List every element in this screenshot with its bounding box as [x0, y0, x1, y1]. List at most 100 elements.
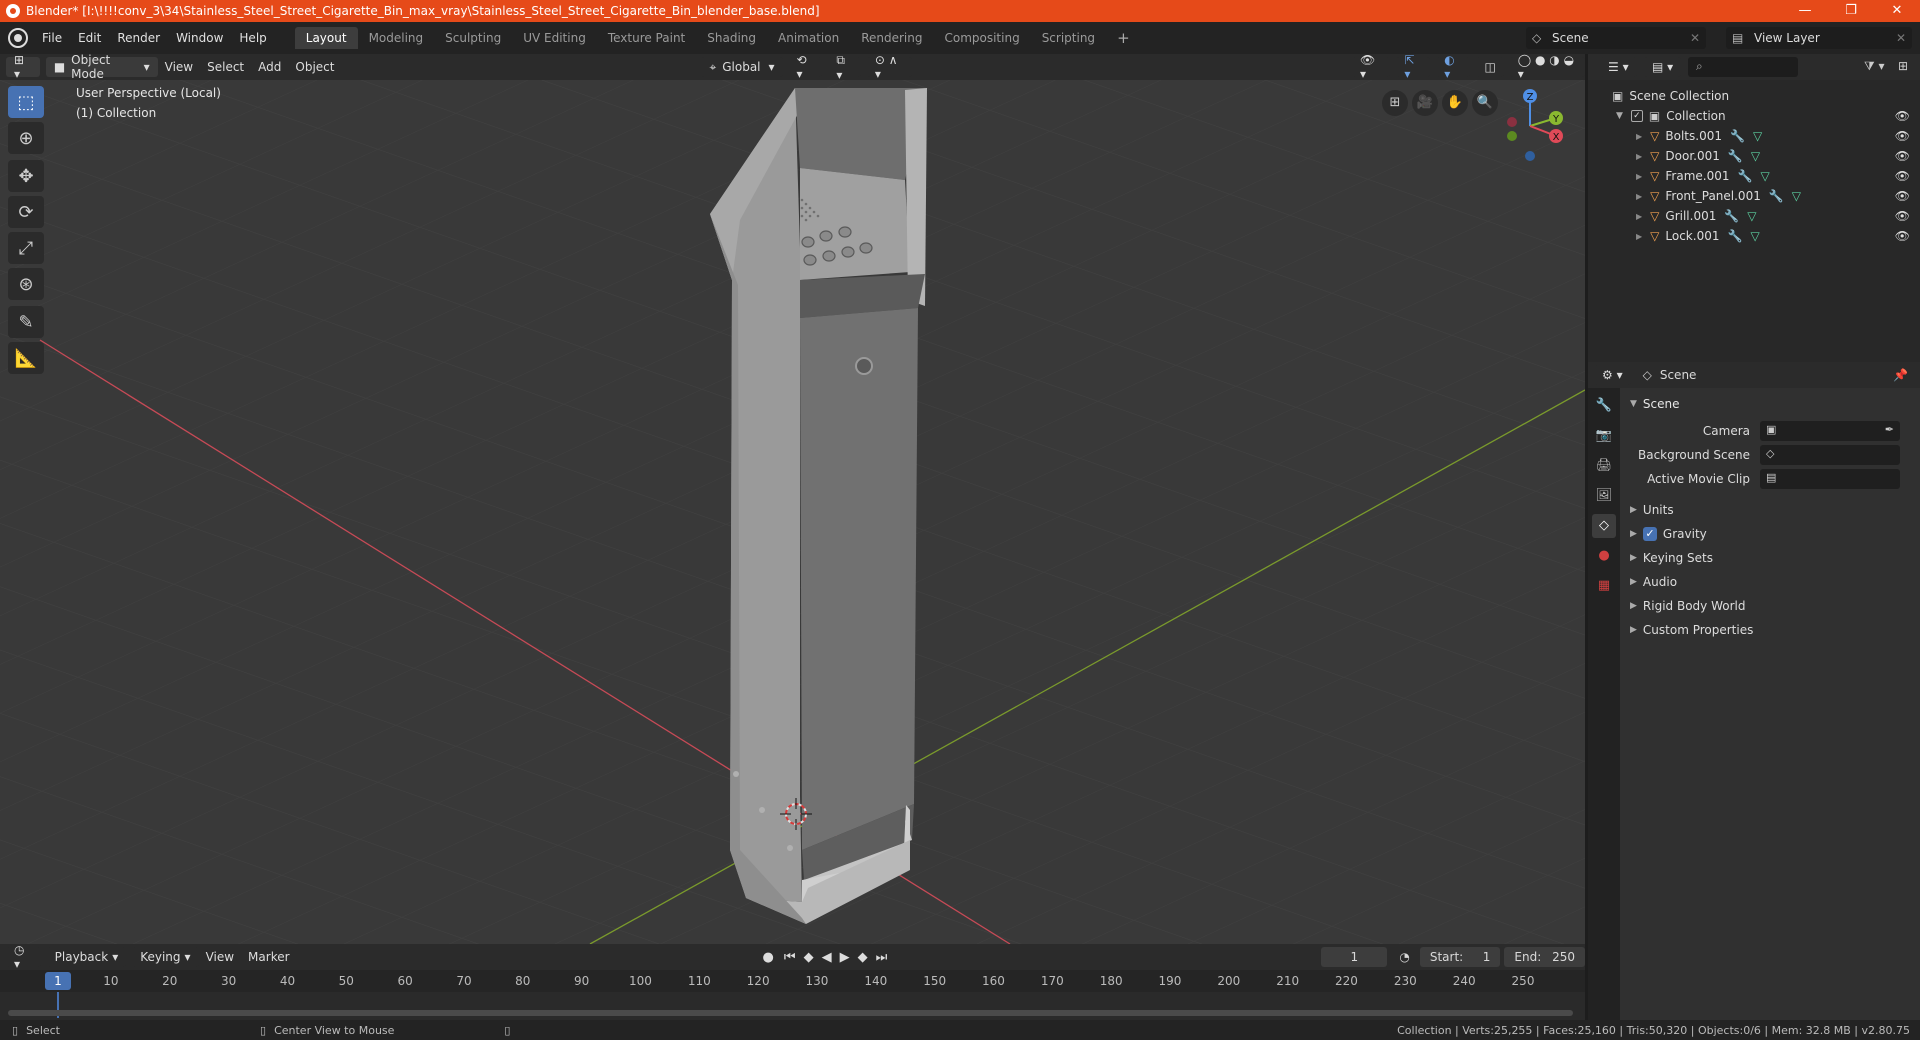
tab-uv-editing[interactable]: UV Editing — [512, 27, 597, 49]
jump-end-icon[interactable]: ⏭ — [876, 950, 888, 965]
current-frame-field[interactable]: 1 — [1321, 947, 1388, 967]
add-workspace-button[interactable]: + — [1106, 25, 1141, 51]
select-box-tool[interactable]: ⬚ — [8, 86, 44, 118]
editor-type-button[interactable]: ⊞ ▾ — [6, 53, 40, 81]
keying-sets-panel-header[interactable]: ▶ Keying Sets — [1620, 546, 1920, 570]
hand-icon[interactable]: ✋ — [1442, 90, 1468, 116]
gravity-checkbox[interactable]: ✓ — [1642, 527, 1657, 541]
expand-arrow-icon[interactable]: ▶ — [1636, 132, 1642, 141]
pivot-dropdown[interactable]: ⟲ ▾ — [788, 53, 823, 81]
clock-icon[interactable]: ◔ — [1399, 950, 1409, 964]
shading-modes[interactable]: ◯ ● ◑ ◒ ▾ — [1509, 53, 1585, 81]
world-tab-icon[interactable]: ● — [1592, 544, 1616, 568]
play-reverse-icon[interactable]: ◀ — [822, 950, 832, 965]
modifier-wrench-icon[interactable]: 🔧 — [1724, 209, 1739, 223]
eye-icon[interactable]: 👁 — [1895, 209, 1910, 223]
gizmo-neg-x-icon[interactable] — [1507, 117, 1517, 127]
units-panel-header[interactable]: ▶ Units — [1620, 498, 1920, 522]
cursor-tool[interactable]: ⊕ — [8, 122, 44, 154]
mesh-data-icon[interactable]: ▽ — [1760, 169, 1769, 183]
tool-settings-tab-icon[interactable]: 🔧 — [1592, 394, 1616, 418]
close-button[interactable]: ✕ — [1874, 0, 1920, 22]
custom-properties-panel-header[interactable]: ▶ Custom Properties — [1620, 618, 1920, 642]
audio-panel-header[interactable]: ▶ Audio — [1620, 570, 1920, 594]
mesh-data-icon[interactable]: ▽ — [1753, 129, 1762, 143]
minimize-button[interactable]: — — [1782, 0, 1828, 22]
menu-edit[interactable]: Edit — [70, 31, 109, 45]
outliner-row-scene-collection[interactable]: ▣ Scene Collection — [1588, 86, 1920, 106]
outliner-search-input[interactable]: ⌕ — [1688, 57, 1798, 77]
view-layer-tab-icon[interactable]: 🖼 — [1592, 484, 1616, 508]
navigation-gizmo[interactable]: Z Y X — [1490, 86, 1570, 166]
visibility-dropdown[interactable]: 👁 ▾ — [1351, 53, 1391, 81]
render-tab-icon[interactable]: 📷 — [1592, 424, 1616, 448]
expand-arrow-icon[interactable]: ▶ — [1636, 152, 1642, 161]
timeline-editor-type[interactable]: ◷ ▾ — [6, 943, 41, 971]
annotate-tool[interactable]: ✎ — [8, 306, 44, 338]
timeline-view-menu[interactable]: View — [199, 950, 241, 964]
keying-menu[interactable]: Keying ▾ — [132, 947, 199, 967]
camera-field[interactable]: ▣ ✒ — [1760, 421, 1900, 441]
outliner-row-object[interactable]: ▶ ▽ Front_Panel.001 🔧 ▽ 👁 — [1588, 186, 1920, 206]
background-scene-field[interactable]: ◇ — [1760, 445, 1900, 465]
orientation-dropdown[interactable]: ⌖ Global ▾ — [701, 57, 783, 77]
tab-shading[interactable]: Shading — [696, 27, 767, 49]
outliner-row-object[interactable]: ▶ ▽ Frame.001 🔧 ▽ 👁 — [1588, 166, 1920, 186]
expand-arrow-icon[interactable]: ▶ — [1636, 192, 1642, 201]
outliner-row-object[interactable]: ▶ ▽ Grill.001 🔧 ▽ 👁 — [1588, 206, 1920, 226]
mesh-data-icon[interactable]: ▽ — [1751, 149, 1760, 163]
tab-animation[interactable]: Animation — [767, 27, 850, 49]
new-collection-icon[interactable]: ⊞ — [1898, 59, 1908, 73]
prev-keyframe-icon[interactable]: ◆ — [804, 950, 814, 965]
tab-modeling[interactable]: Modeling — [358, 27, 435, 49]
menu-add[interactable]: Add — [251, 60, 288, 74]
camera-icon[interactable]: 🎥 — [1412, 90, 1438, 116]
tab-compositing[interactable]: Compositing — [933, 27, 1030, 49]
outliner-editor-type[interactable]: ☰ ▾ — [1600, 57, 1637, 77]
rigid-body-world-panel-header[interactable]: ▶ Rigid Body World — [1620, 594, 1920, 618]
menu-help[interactable]: Help — [231, 31, 274, 45]
eye-icon[interactable]: 👁 — [1895, 149, 1910, 163]
gravity-panel-header[interactable]: ▶ ✓ Gravity — [1620, 522, 1920, 546]
modifier-wrench-icon[interactable]: 🔧 — [1728, 149, 1743, 163]
end-frame-field[interactable]: End: 250 — [1504, 947, 1585, 967]
playback-menu[interactable]: Playback ▾ — [46, 947, 127, 967]
mesh-data-icon[interactable]: ▽ — [1792, 189, 1801, 203]
mesh-data-icon[interactable]: ▽ — [1750, 229, 1759, 243]
movie-clip-field[interactable]: ▤ — [1760, 469, 1900, 489]
menu-render[interactable]: Render — [109, 31, 168, 45]
mesh-data-icon[interactable]: ▽ — [1747, 209, 1756, 223]
modifier-wrench-icon[interactable]: 🔧 — [1738, 169, 1753, 183]
eye-icon[interactable]: 👁 — [1895, 109, 1910, 123]
overlay-toggle[interactable]: ◐ ▾ — [1436, 53, 1471, 81]
gizmo-neg-y-icon[interactable] — [1507, 131, 1517, 141]
tab-sculpting[interactable]: Sculpting — [434, 27, 512, 49]
start-frame-field[interactable]: Start: 1 — [1419, 947, 1501, 967]
next-keyframe-icon[interactable]: ◆ — [858, 950, 868, 965]
eye-icon[interactable]: 👁 — [1895, 169, 1910, 183]
snap-toggle[interactable]: ⧉ ▾ — [828, 53, 861, 82]
output-tab-icon[interactable]: 🖨 — [1592, 454, 1616, 478]
menu-window[interactable]: Window — [168, 31, 231, 45]
menu-view[interactable]: View — [158, 60, 200, 74]
outliner-row-object[interactable]: ▶ ▽ Bolts.001 🔧 ▽ 👁 — [1588, 126, 1920, 146]
menu-file[interactable]: File — [34, 31, 70, 45]
pin-icon[interactable]: 📌 — [1893, 368, 1908, 382]
marker-menu[interactable]: Marker — [241, 950, 296, 964]
eye-icon[interactable]: 👁 — [1895, 189, 1910, 203]
outliner-row-object[interactable]: ▶ ▽ Lock.001 🔧 ▽ 👁 — [1588, 226, 1920, 246]
frame-ruler[interactable]: 1 10 20 30 40 50 60 70 80 90 100 110 120 130 140 150 16… — [0, 970, 1585, 992]
3d-viewport[interactable]: User Perspective (Local) (1) Collection — [0, 80, 1585, 944]
current-frame-indicator[interactable]: 1 — [45, 972, 71, 990]
measure-tool[interactable]: 📐 — [8, 342, 44, 374]
gizmo-neg-z-icon[interactable] — [1525, 151, 1535, 161]
timeline[interactable]: 1 10 20 30 40 50 60 70 80 90 100 110 120 130 140 150 16… — [0, 970, 1585, 1020]
maximize-button[interactable]: ❐ — [1828, 0, 1874, 22]
play-icon[interactable]: ▶ — [840, 950, 850, 965]
record-icon[interactable]: ● — [763, 950, 774, 965]
scene-selector[interactable]: ◇ Scene ✕ — [1526, 27, 1706, 49]
eyedropper-icon[interactable]: ✒ — [1885, 423, 1894, 436]
expand-arrow-icon[interactable]: ▶ — [1636, 212, 1642, 221]
eye-icon[interactable]: 👁 — [1895, 229, 1910, 243]
modifier-wrench-icon[interactable]: 🔧 — [1769, 189, 1784, 203]
